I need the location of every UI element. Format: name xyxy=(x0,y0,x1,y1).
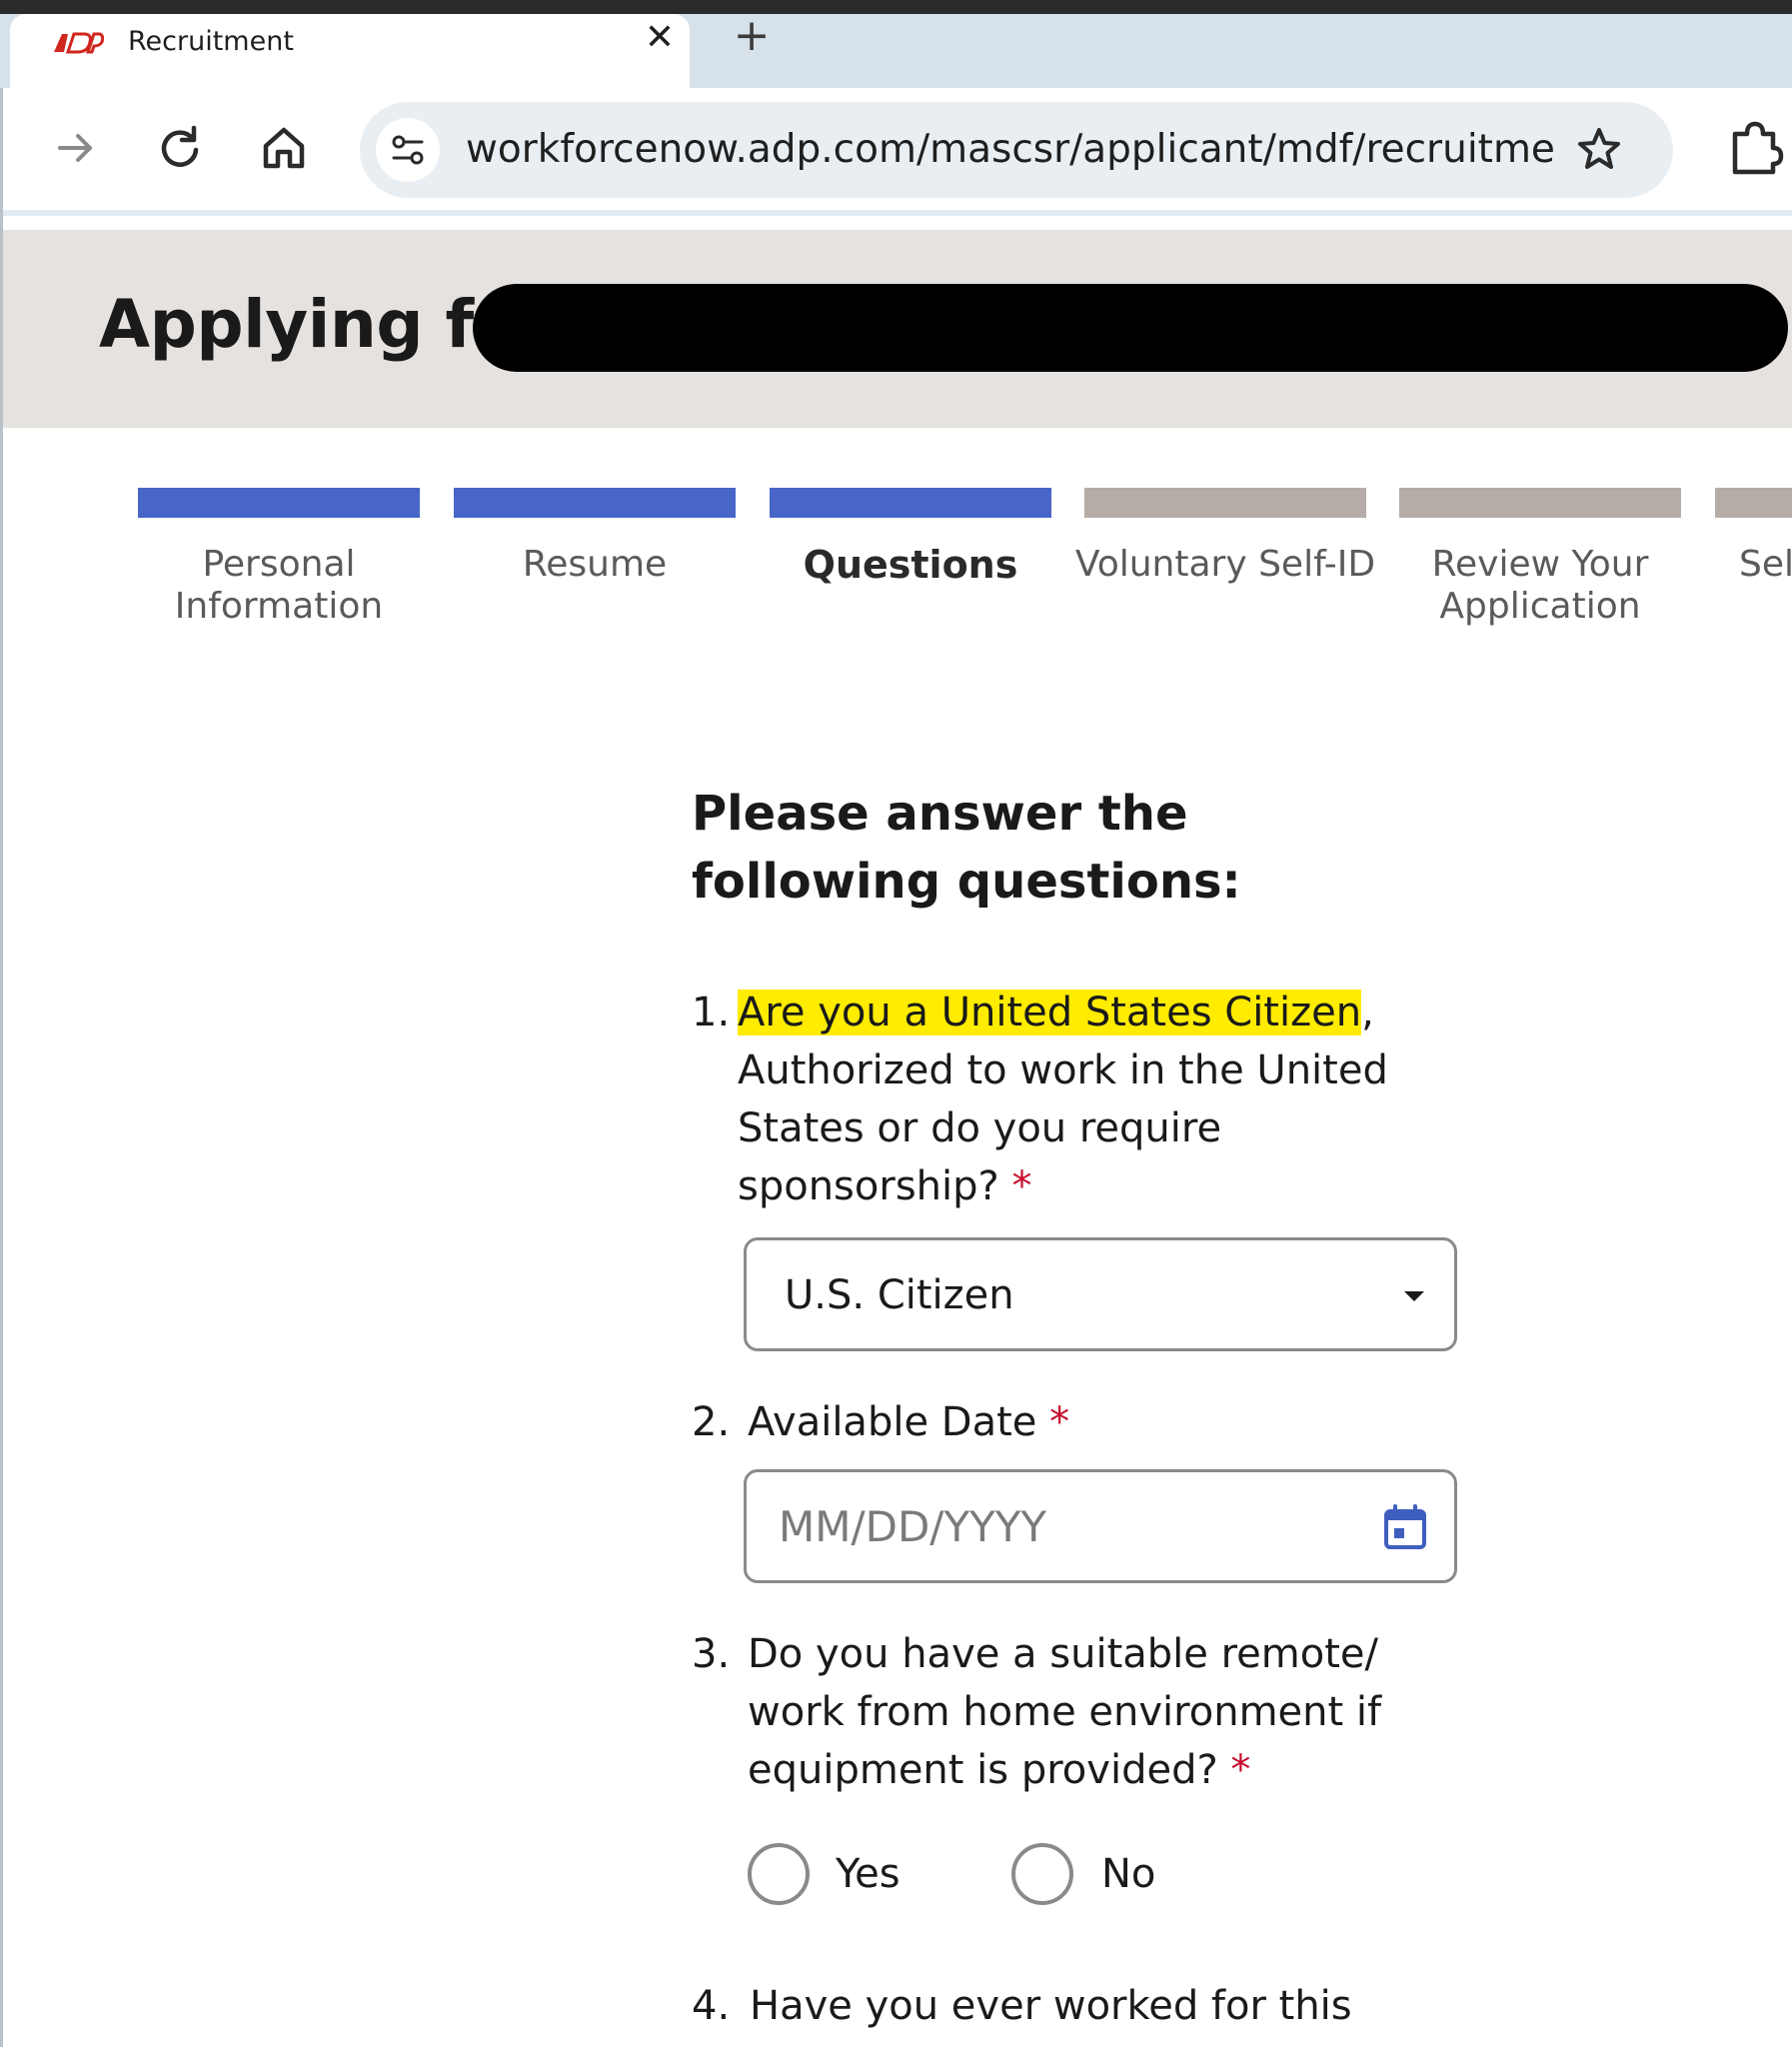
site-info-button[interactable] xyxy=(376,118,440,182)
page: Recruitment ✕ + workforcenow.adp.com/mas… xyxy=(0,0,1792,2047)
site-settings-icon xyxy=(392,135,424,165)
question-text: Do you have a suitable remote/ work from… xyxy=(748,1625,1457,1799)
highlighted-text: Are you a United States Citizen xyxy=(738,990,1362,1035)
reload-icon[interactable] xyxy=(152,120,208,176)
tab-close-icon[interactable]: ✕ xyxy=(640,18,680,58)
remote-environment-radio-group: Yes No xyxy=(748,1843,1347,1913)
question-text: Are you a United States Citizen, Authori… xyxy=(738,984,1477,1215)
tab-title: Recruitment xyxy=(128,26,294,57)
adp-logo-icon xyxy=(50,32,104,54)
tab-strip: Recruitment ✕ + xyxy=(0,14,1792,88)
step-progress-bar xyxy=(1715,488,1792,518)
new-tab-button[interactable]: + xyxy=(732,14,772,58)
question-number: 1. xyxy=(692,990,731,1035)
radio-label-yes[interactable]: Yes xyxy=(836,1849,900,1899)
calendar-icon[interactable] xyxy=(1380,1502,1430,1552)
question-label: Do you have a suitable remote/ work from… xyxy=(748,1631,1382,1793)
window-top-bar xyxy=(0,0,1792,14)
step-progress-bar xyxy=(1399,488,1681,518)
available-date-input[interactable]: MM/DD/YYYY xyxy=(744,1469,1457,1583)
radio-label-no[interactable]: No xyxy=(1101,1849,1155,1899)
select-value: U.S. Citizen xyxy=(785,1272,1014,1318)
required-asterisk: * xyxy=(1049,1399,1070,1445)
step-questions[interactable]: Questions xyxy=(770,488,1051,638)
step-review-your-application[interactable]: Review Your Application xyxy=(1399,488,1681,638)
form-heading: Please answer the following questions: xyxy=(692,786,1241,910)
url-text[interactable]: workforcenow.adp.com/mascsr/applicant/md… xyxy=(466,128,1555,172)
home-icon[interactable] xyxy=(256,120,312,176)
question-number: 4. xyxy=(692,1983,731,2029)
required-asterisk: * xyxy=(1011,1163,1032,1209)
browser-toolbar: workforcenow.adp.com/mascsr/applicant/md… xyxy=(0,88,1792,216)
step-personal-information[interactable]: Personal Information xyxy=(138,488,420,638)
extensions-puzzle-icon[interactable] xyxy=(1725,118,1785,178)
step-label: Questions xyxy=(803,543,1018,587)
date-placeholder: MM/DD/YYYY xyxy=(779,1502,1047,1551)
question-text: Available Date * xyxy=(748,1393,1467,1451)
browser-tab-active[interactable]: Recruitment ✕ xyxy=(10,14,690,88)
citizenship-select[interactable]: U.S. Citizen xyxy=(744,1237,1457,1351)
step-sel[interactable]: Sel xyxy=(1715,488,1792,638)
radio-no[interactable] xyxy=(1011,1843,1073,1905)
radio-yes[interactable] xyxy=(748,1843,810,1905)
job-header: Applying fo xyxy=(3,230,1792,428)
step-label: Sel xyxy=(1739,544,1792,585)
step-progress-bar xyxy=(1084,488,1366,518)
forward-arrow-icon[interactable] xyxy=(48,120,104,176)
step-label: Resume xyxy=(522,544,668,585)
step-label: Personal Information xyxy=(174,544,384,627)
step-resume[interactable]: Resume xyxy=(454,488,736,638)
bookmark-star-icon[interactable] xyxy=(1571,122,1627,178)
page-title: Applying fo xyxy=(99,286,519,363)
step-progress-bar xyxy=(770,488,1051,518)
question-number: 3. xyxy=(692,1631,731,1677)
question-label: Available Date xyxy=(748,1399,1037,1445)
step-label: Voluntary Self-ID xyxy=(1074,544,1376,585)
application-stepper: Personal Information Resume Questions Vo… xyxy=(0,488,1792,638)
step-progress-bar xyxy=(454,488,736,518)
question-text: Have you ever worked for this xyxy=(750,1983,1352,2029)
step-label: Review Your Application xyxy=(1431,544,1649,627)
step-progress-bar xyxy=(138,488,420,518)
chevron-down-icon xyxy=(1404,1291,1424,1301)
address-bar[interactable]: workforcenow.adp.com/mascsr/applicant/md… xyxy=(360,102,1673,198)
required-asterisk: * xyxy=(1230,1747,1251,1793)
question-number: 2. xyxy=(692,1399,731,1445)
step-voluntary-self-id[interactable]: Voluntary Self-ID xyxy=(1075,488,1375,638)
redaction-bar xyxy=(473,284,1788,372)
